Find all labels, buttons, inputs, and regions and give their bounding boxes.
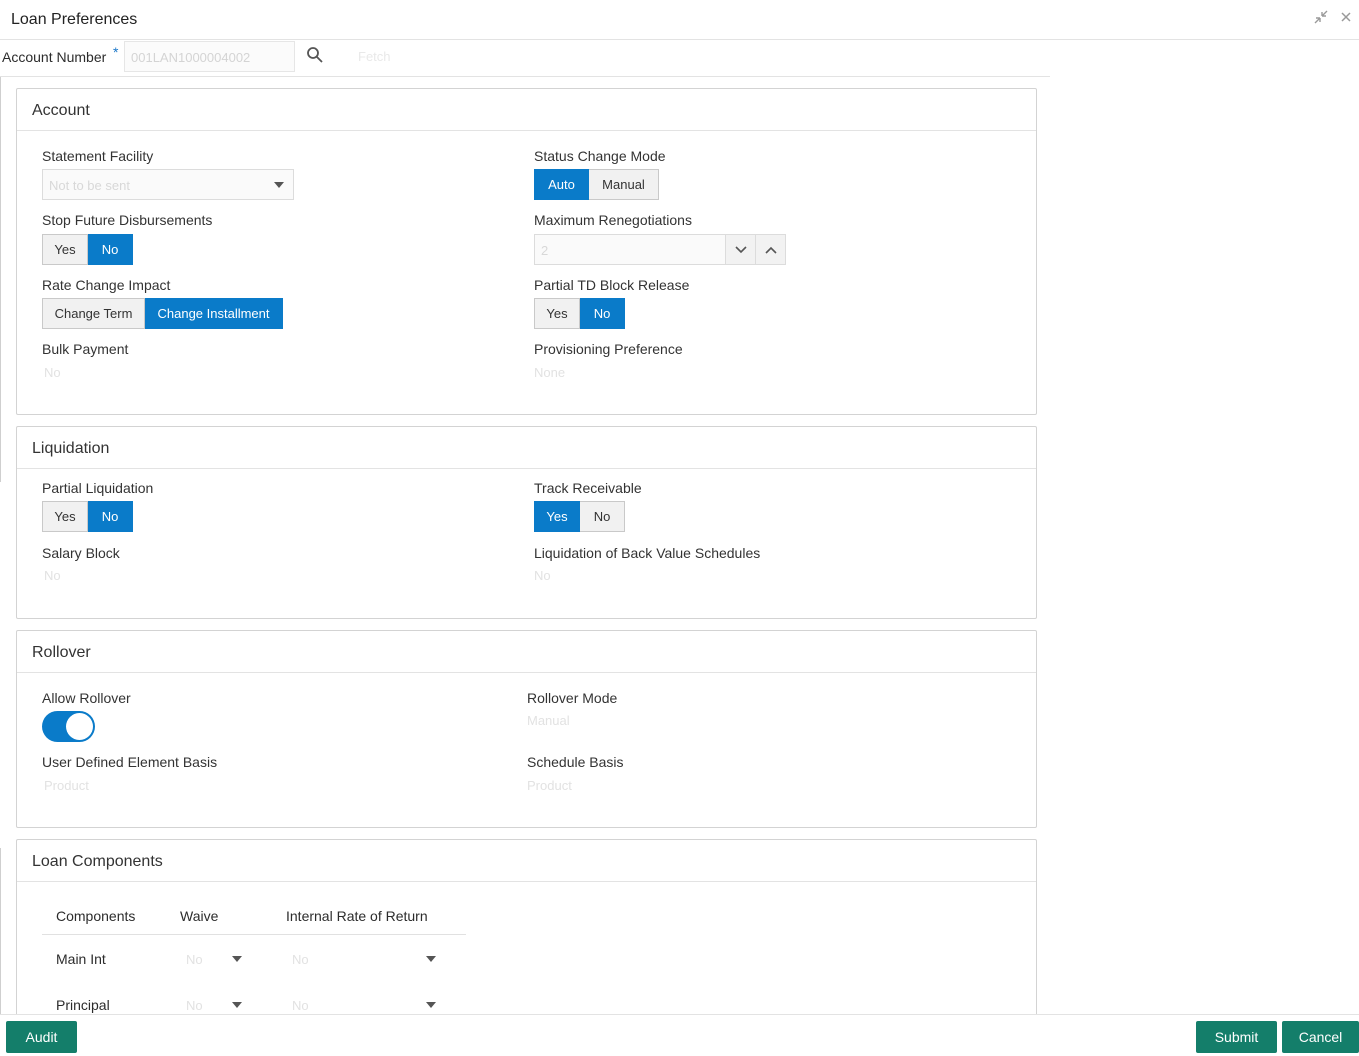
partial-liquidation-label: Partial Liquidation (42, 480, 154, 496)
partial-td-block-release-no[interactable]: No (580, 298, 625, 329)
chevron-down-icon (232, 956, 242, 962)
partial-td-block-release-yes[interactable]: Yes (534, 298, 580, 329)
search-icon[interactable] (306, 46, 324, 64)
track-receivable-label: Track Receivable (534, 480, 642, 496)
irr-select[interactable]: No (292, 998, 309, 1013)
status-change-mode-auto[interactable]: Auto (534, 169, 589, 200)
provisioning-preference-label: Provisioning Preference (534, 341, 683, 357)
chevron-down-icon (426, 956, 436, 962)
required-mark: * (113, 44, 119, 60)
audit-button[interactable]: Audit (6, 1021, 77, 1053)
liquidation-panel: Liquidation Partial Liquidation Yes No T… (16, 426, 1037, 619)
column-header-irr: Internal Rate of Return (286, 908, 428, 924)
component-name: Principal (56, 997, 110, 1013)
column-header-components: Components (56, 908, 136, 924)
rollover-mode-value: Manual (527, 713, 570, 728)
rollover-panel: Rollover Allow Rollover Rollover Mode Ma… (16, 630, 1037, 828)
bulk-payment-value: No (44, 365, 61, 380)
partial-liquidation-no[interactable]: No (88, 501, 133, 532)
salary-block-label: Salary Block (42, 545, 120, 561)
status-change-mode-label: Status Change Mode (534, 148, 666, 164)
fetch-button[interactable]: Fetch (358, 49, 391, 64)
track-receivable-no[interactable]: No (580, 501, 625, 532)
allow-rollover-label: Allow Rollover (42, 690, 131, 706)
account-number-input[interactable]: 001LAN1000004002 (124, 41, 295, 72)
statement-facility-value: Not to be sent (49, 178, 130, 193)
user-defined-element-basis-label: User Defined Element Basis (42, 754, 218, 770)
rate-change-impact-toggle: Change Term Change Installment (42, 298, 283, 329)
statement-facility-label: Statement Facility (42, 148, 154, 164)
cancel-button[interactable]: Cancel (1282, 1021, 1359, 1053)
liquidation-back-value-label: Liquidation of Back Value Schedules (534, 545, 761, 561)
track-receivable-yes[interactable]: Yes (534, 501, 580, 532)
track-receivable-toggle: Yes No (534, 501, 625, 532)
table-row: Main Int No No (42, 935, 466, 981)
partial-liquidation-yes[interactable]: Yes (42, 501, 88, 532)
partial-td-block-release-label: Partial TD Block Release (534, 277, 690, 293)
maximum-renegotiations-stepper: 2 (534, 234, 786, 265)
submit-button[interactable]: Submit (1196, 1021, 1277, 1053)
status-change-mode-manual[interactable]: Manual (589, 169, 659, 200)
close-icon[interactable] (1339, 9, 1353, 29)
loan-components-panel-title: Loan Components (17, 840, 1036, 882)
column-header-waive: Waive (180, 908, 219, 924)
stop-future-disbursements-no[interactable]: No (88, 234, 133, 265)
account-panel-title: Account (17, 89, 1036, 131)
salary-block-value: No (44, 568, 61, 583)
footer-bar: Audit Submit Cancel (0, 1014, 1359, 1056)
rate-change-impact-change-installment[interactable]: Change Installment (145, 298, 283, 329)
switch-knob (66, 713, 93, 740)
loan-components-table: Components Waive Internal Rate of Return… (42, 905, 466, 1027)
left-divider (0, 77, 1, 482)
irr-select[interactable]: No (292, 952, 309, 967)
schedule-basis-label: Schedule Basis (527, 754, 624, 770)
window-title: Loan Preferences (11, 11, 138, 28)
chevron-down-icon (274, 182, 284, 188)
liquidation-back-value-value: No (534, 568, 551, 583)
statement-facility-select[interactable]: Not to be sent (42, 169, 294, 200)
rate-change-impact-label: Rate Change Impact (42, 277, 171, 293)
user-defined-element-basis-value: Product (44, 778, 89, 793)
decrement-button[interactable] (726, 234, 756, 265)
rate-change-impact-change-term[interactable]: Change Term (42, 298, 145, 329)
component-name: Main Int (56, 951, 106, 967)
waive-select[interactable]: No (186, 952, 203, 967)
table-header: Components Waive Internal Rate of Return (42, 905, 466, 935)
chevron-up-icon (764, 246, 777, 254)
stop-future-disbursements-yes[interactable]: Yes (42, 234, 88, 265)
window-controls (1313, 9, 1353, 29)
increment-button[interactable] (756, 234, 786, 265)
partial-td-block-release-toggle: Yes No (534, 298, 625, 329)
chevron-down-icon (734, 245, 747, 253)
allow-rollover-switch[interactable] (42, 711, 95, 742)
schedule-basis-value: Product (527, 778, 572, 793)
left-divider (0, 848, 1, 1018)
chevron-down-icon (232, 1002, 242, 1008)
stop-future-disbursements-toggle: Yes No (42, 234, 133, 265)
window-titlebar: Loan Preferences (0, 0, 1359, 40)
bulk-payment-label: Bulk Payment (42, 341, 129, 357)
waive-select[interactable]: No (186, 998, 203, 1013)
chevron-down-icon (426, 1002, 436, 1008)
maximum-renegotiations-input[interactable]: 2 (534, 234, 726, 265)
status-change-mode-toggle: Auto Manual (534, 169, 659, 200)
account-number-bar: Account Number * 001LAN1000004002 Fetch (0, 40, 1050, 77)
minimize-icon[interactable] (1313, 9, 1329, 29)
liquidation-panel-title: Liquidation (17, 427, 1036, 469)
rollover-mode-label: Rollover Mode (527, 690, 618, 706)
provisioning-preference-value: None (534, 365, 566, 380)
account-number-label: Account Number (2, 49, 107, 65)
rollover-panel-title: Rollover (17, 631, 1036, 673)
partial-liquidation-toggle: Yes No (42, 501, 133, 532)
account-panel: Account Statement Facility Not to be sen… (16, 88, 1037, 415)
stop-future-disbursements-label: Stop Future Disbursements (42, 212, 213, 228)
maximum-renegotiations-label: Maximum Renegotiations (534, 212, 692, 228)
